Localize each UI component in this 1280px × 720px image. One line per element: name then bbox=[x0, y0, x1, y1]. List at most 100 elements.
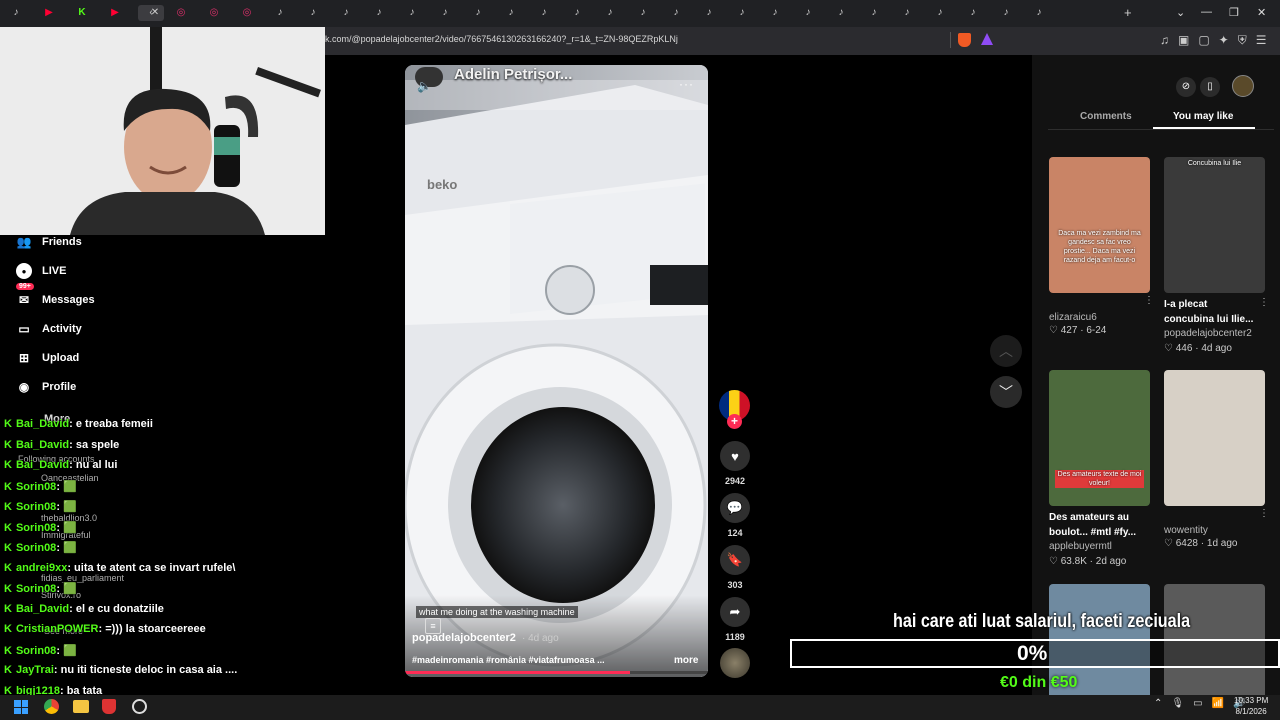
chat-username[interactable]: Sorin08 bbox=[16, 583, 56, 595]
card-more-icon[interactable]: ⋮ bbox=[1259, 297, 1269, 308]
chat-username[interactable]: andrei9xx bbox=[16, 562, 67, 574]
tab-comments[interactable]: Comments bbox=[1080, 111, 1132, 122]
close-window-icon[interactable]: ✕ bbox=[1257, 6, 1266, 19]
tiktok-icon[interactable]: ♪ bbox=[963, 5, 983, 21]
sidebar-item-messages[interactable]: ✉ 99+ Messages bbox=[16, 283, 95, 311]
comment-icon[interactable]: 💬 bbox=[720, 493, 750, 523]
share-arrow-icon[interactable]: ➦ bbox=[720, 597, 750, 627]
recommended-title[interactable]: I-a plecat concubina lui Ilie... bbox=[1164, 297, 1256, 327]
sidebar-item-profile[interactable]: ◉ Profile bbox=[16, 376, 76, 398]
maximize-icon[interactable]: ❐ bbox=[1229, 6, 1239, 19]
obs-icon[interactable] bbox=[132, 699, 147, 714]
compass-icon[interactable]: ⊘ bbox=[1176, 77, 1196, 97]
profile-avatar[interactable] bbox=[1232, 75, 1254, 97]
chat-username[interactable]: Sorin08 bbox=[16, 501, 56, 513]
brave-rewards-icon[interactable] bbox=[981, 33, 993, 45]
brave-shield-icon[interactable] bbox=[958, 33, 971, 47]
tiktok-icon[interactable]: ♪ bbox=[270, 5, 290, 21]
tiktok-icon[interactable]: ♪ bbox=[369, 5, 389, 21]
tiktok-icon[interactable]: ♪ bbox=[666, 5, 686, 21]
recommended-title[interactable]: Des amateurs au boulot... #mtl #fy... bbox=[1049, 510, 1141, 540]
tiktok-icon[interactable]: ♪ bbox=[1029, 5, 1049, 21]
sidebar-item-activity[interactable]: ▭ Activity bbox=[16, 318, 81, 340]
tiktok-icon[interactable]: ♪ bbox=[336, 5, 356, 21]
tiktok-icon[interactable]: ♪ bbox=[600, 5, 620, 21]
more-options-icon[interactable]: ··· bbox=[679, 77, 694, 91]
instagram-icon[interactable]: ◎ bbox=[171, 5, 191, 21]
card-more-icon[interactable]: ⋮ bbox=[1144, 295, 1154, 306]
video-hashtags[interactable]: #madeinromania #românia #viatafrumoasa .… bbox=[412, 655, 605, 665]
tiktok-icon[interactable]: ♪ bbox=[633, 5, 653, 21]
tiktok-icon[interactable]: ♪ bbox=[435, 5, 455, 21]
tiktok-icon[interactable]: ♪ bbox=[897, 5, 917, 21]
youtube-icon[interactable]: ▶ bbox=[39, 5, 59, 21]
recommended-author[interactable]: wowentity bbox=[1164, 525, 1208, 536]
chat-username[interactable]: Sorin08 bbox=[16, 481, 56, 493]
url-text[interactable]: k.com/@popadelajobcenter2/video/76675461… bbox=[325, 34, 678, 44]
tiktok-icon[interactable]: ♪ bbox=[567, 5, 587, 21]
recommended-author[interactable]: popadelajobcenter2 bbox=[1164, 328, 1252, 339]
chat-username[interactable]: Bai_David bbox=[16, 439, 69, 451]
youtube-icon[interactable]: ▶ bbox=[105, 5, 125, 21]
chat-username[interactable]: Sorin08 bbox=[16, 542, 56, 554]
volume-icon[interactable]: 🔈 bbox=[417, 79, 432, 93]
sidebar-item-live[interactable]: ● LIVE bbox=[16, 260, 66, 282]
music-disc-icon[interactable] bbox=[720, 648, 750, 678]
tiktok-icon[interactable]: ♪ bbox=[798, 5, 818, 21]
tab-list-chevron-icon[interactable]: ⌄ bbox=[1176, 6, 1185, 19]
chat-username[interactable]: Sorin08 bbox=[16, 645, 56, 657]
windows-start-icon[interactable] bbox=[14, 700, 28, 714]
follow-plus-icon[interactable]: + bbox=[727, 414, 742, 429]
video-player[interactable]: Adelin Petrișor... 🔈 ··· beko what me do… bbox=[405, 65, 708, 677]
video-progress-track[interactable] bbox=[405, 671, 708, 674]
tiktok-icon[interactable]: ♪ bbox=[501, 5, 521, 21]
tiktok-icon[interactable]: ♪ bbox=[864, 5, 884, 21]
file-explorer-icon[interactable] bbox=[73, 700, 89, 713]
tiktok-icon[interactable]: ♪ bbox=[996, 5, 1016, 21]
phone-icon[interactable]: ▯ bbox=[1200, 77, 1220, 97]
instagram-icon[interactable]: ◎ bbox=[237, 5, 257, 21]
tiktok-icon[interactable]: ♪ bbox=[831, 5, 851, 21]
tiktok-icon[interactable]: ♪ bbox=[6, 5, 26, 21]
kick-icon[interactable]: K bbox=[72, 5, 92, 21]
new-tab-button[interactable]: + bbox=[1124, 5, 1132, 20]
chat-username[interactable]: JayTrai bbox=[16, 664, 54, 676]
chat-username[interactable]: Bai_David bbox=[16, 603, 69, 615]
card-more-icon[interactable]: ⋮ bbox=[1259, 508, 1269, 519]
tiktok-icon[interactable]: ♪ bbox=[930, 5, 950, 21]
tiktok-icon[interactable]: ♪ bbox=[534, 5, 554, 21]
tiktok-icon[interactable]: ♪ bbox=[765, 5, 785, 21]
chat-text: : sa spele bbox=[69, 438, 120, 451]
instagram-icon[interactable]: ◎ bbox=[204, 5, 224, 21]
recommended-thumbnail[interactable]: Concubina lui Ilie bbox=[1164, 157, 1265, 293]
recommended-author[interactable]: elizaraicu6 bbox=[1049, 312, 1097, 323]
recommended-thumbnail[interactable]: Daca ma vezi zambind ma gandesc sa fac v… bbox=[1049, 157, 1150, 293]
toolbar-icons[interactable]: ♫▣▢✦⛨☰ bbox=[1160, 33, 1276, 48]
caption-more-link[interactable]: more bbox=[674, 655, 698, 666]
recommended-author[interactable]: applebuyermtl bbox=[1049, 541, 1112, 552]
video-username[interactable]: popadelajobcenter2 bbox=[412, 632, 516, 644]
next-video-chevron-down-icon[interactable]: ﹀ bbox=[990, 376, 1022, 408]
tiktok-icon[interactable]: ♪ bbox=[732, 5, 752, 21]
like-heart-icon[interactable]: ♥ bbox=[720, 441, 750, 471]
tiktok-icon[interactable]: ♪ bbox=[699, 5, 719, 21]
close-tab-icon[interactable]: ✕ bbox=[150, 5, 160, 21]
tiktok-icon[interactable]: ♪ bbox=[303, 5, 323, 21]
minimize-icon[interactable]: — bbox=[1201, 6, 1212, 18]
sidebar-item-upload[interactable]: ⊞ Upload bbox=[16, 347, 79, 369]
tab-you-may-like[interactable]: You may like bbox=[1173, 111, 1233, 122]
bookmark-icon[interactable]: 🔖 bbox=[720, 545, 750, 575]
tiktok-icon[interactable]: ♪ bbox=[402, 5, 422, 21]
tiktok-icon[interactable]: ♪ bbox=[468, 5, 488, 21]
clock[interactable]: 10:33 PM 8/1/2026 bbox=[1234, 695, 1268, 717]
chat-username[interactable]: CristianPOWER bbox=[16, 623, 99, 635]
previous-video-chevron-up-icon[interactable]: ︿ bbox=[990, 335, 1022, 367]
sidebar-item-friends[interactable]: 👥 Friends bbox=[16, 231, 82, 253]
chat-username[interactable]: Bai_David bbox=[16, 418, 69, 430]
chat-username[interactable]: Bai_David bbox=[16, 459, 69, 471]
chrome-icon[interactable] bbox=[44, 699, 59, 714]
recommended-thumbnail[interactable]: Des amateurs texte de moi voleur! bbox=[1049, 370, 1150, 506]
chat-username[interactable]: Sorin08 bbox=[16, 522, 56, 534]
brave-icon[interactable] bbox=[102, 699, 116, 714]
recommended-thumbnail[interactable] bbox=[1164, 370, 1265, 506]
